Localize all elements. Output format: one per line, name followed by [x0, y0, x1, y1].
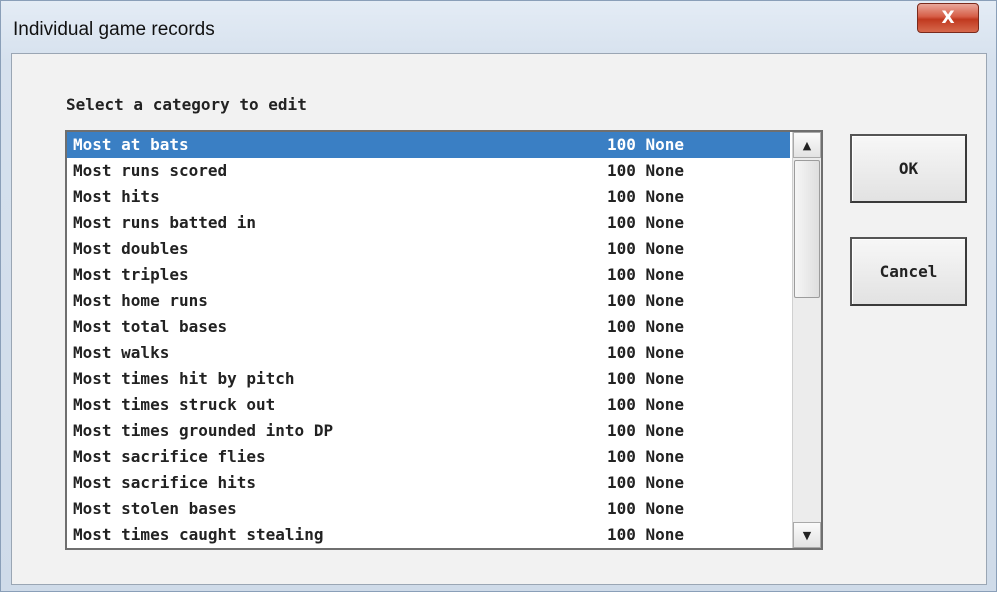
list-item-name: Most home runs	[73, 291, 208, 310]
list-item[interactable]: Most times grounded into DP 100 None	[67, 418, 790, 444]
list-item-value: 100 None	[607, 473, 685, 492]
list-item-value: 100 None	[607, 395, 685, 414]
list-item[interactable]: Most home runs 100 None	[67, 288, 790, 314]
list-item-name: Most sacrifice flies	[73, 447, 266, 466]
list-item-name: Most runs scored	[73, 161, 228, 180]
list-item-name: Most total bases	[73, 317, 228, 336]
list-item[interactable]: Most stolen bases 100 None	[67, 496, 790, 522]
list-item[interactable]: Most doubles 100 None	[67, 236, 790, 262]
scroll-up-arrow-icon: ▲	[802, 138, 812, 152]
list-item-value: 100 None	[607, 421, 685, 440]
list-item-name: Most times struck out	[73, 395, 276, 414]
list-item-name: Most times hit by pitch	[73, 369, 295, 388]
window-title: Individual game records	[13, 19, 215, 40]
list-item[interactable]: Most walks 100 None	[67, 340, 790, 366]
title-bar[interactable]: Individual game records X	[1, 1, 996, 53]
list-item-value: 100 None	[607, 343, 685, 362]
list-item-name: Most runs batted in	[73, 213, 257, 232]
list-item-value: 100 None	[607, 161, 685, 180]
list-item-name: Most triples	[73, 265, 189, 284]
list-item-name: Most at bats	[73, 135, 189, 154]
list-item-name: Most times caught stealing	[73, 525, 324, 544]
list-item[interactable]: Most sacrifice flies 100 None	[67, 444, 790, 470]
list-item-value: 100 None	[607, 525, 685, 544]
list-item-name: Most sacrifice hits	[73, 473, 257, 492]
category-prompt-label: Select a category to edit	[66, 95, 307, 114]
list-item[interactable]: Most total bases 100 None	[67, 314, 790, 340]
close-icon: X	[941, 8, 955, 28]
list-item[interactable]: Most runs batted in 100 None	[67, 210, 790, 236]
list-item-name: Most hits	[73, 187, 160, 206]
list-item[interactable]: Most at bats 100 None	[67, 132, 790, 158]
ok-button[interactable]: OK	[850, 134, 967, 203]
list-item[interactable]: Most times hit by pitch 100 None	[67, 366, 790, 392]
list-item-value: 100 None	[607, 317, 685, 336]
category-listbox[interactable]: Most at bats 100 None Most runs scored 100 …	[65, 130, 823, 550]
list-item-value: 100 None	[607, 291, 685, 310]
list-item[interactable]: Most triples 100 None	[67, 262, 790, 288]
scroll-up-button[interactable]: ▲	[793, 132, 821, 158]
list-item-value: 100 None	[607, 265, 685, 284]
scrollbar-thumb[interactable]	[794, 160, 820, 298]
dialog-window: Individual game records X Select a categ…	[0, 0, 997, 592]
list-item-name: Most stolen bases	[73, 499, 237, 518]
list-item-name: Most times grounded into DP	[73, 421, 334, 440]
list-item-value: 100 None	[607, 369, 685, 388]
scroll-down-button[interactable]: ▼	[793, 522, 821, 548]
list-item-name: Most walks	[73, 343, 170, 362]
category-list-rows: Most at bats 100 None Most runs scored 100 …	[67, 132, 790, 548]
vertical-scrollbar[interactable]: ▲ ▼	[792, 132, 821, 548]
list-item-value: 100 None	[607, 135, 685, 154]
list-item-value: 100 None	[607, 239, 685, 258]
list-item[interactable]: Most times caught stealing 100 None	[67, 522, 790, 548]
list-item-value: 100 None	[607, 499, 685, 518]
close-button[interactable]: X	[917, 3, 979, 33]
list-item-name: Most doubles	[73, 239, 189, 258]
list-item[interactable]: Most times struck out 100 None	[67, 392, 790, 418]
list-item-value: 100 None	[607, 213, 685, 232]
list-item-value: 100 None	[607, 447, 685, 466]
scroll-down-arrow-icon: ▼	[802, 528, 812, 542]
cancel-button[interactable]: Cancel	[850, 237, 967, 306]
list-item[interactable]: Most runs scored 100 None	[67, 158, 790, 184]
list-item-value: 100 None	[607, 187, 685, 206]
list-item[interactable]: Most sacrifice hits 100 None	[67, 470, 790, 496]
list-item[interactable]: Most hits 100 None	[67, 184, 790, 210]
